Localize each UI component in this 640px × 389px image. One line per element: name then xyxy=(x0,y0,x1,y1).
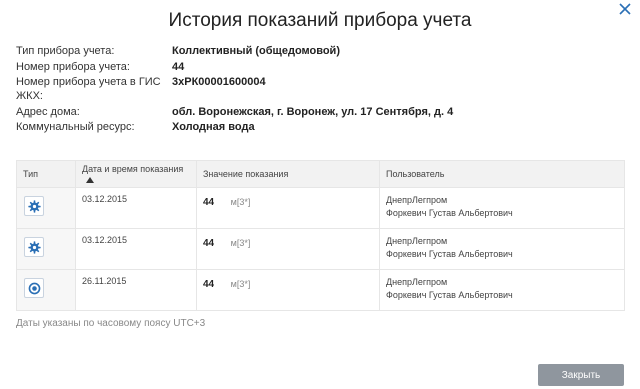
user-cell: ДнепрЛегпром Форкевич Густав Альбертович xyxy=(379,187,624,229)
header-label: Значение показания xyxy=(203,169,289,179)
info-label: Номер прибора учета в ГИС ЖКХ: xyxy=(16,76,161,102)
type-cell xyxy=(17,228,76,270)
table-row: 03.12.2015 44 м[3*] ДнепрЛегпром Форкеви… xyxy=(17,187,624,229)
info-value: 44 xyxy=(172,60,185,73)
info-row-meter-number: Номер прибора учета: 44 xyxy=(16,60,626,74)
user-org: ДнепрЛегпром xyxy=(386,195,448,205)
readings-table: Тип Дата и время показания Значение пока… xyxy=(16,160,625,311)
info-value: 3хРК00001600004 xyxy=(172,76,266,88)
info-value: Коллективный (общедомовой) xyxy=(172,45,340,57)
close-button[interactable]: Закрыть xyxy=(538,364,624,386)
header-label: Тип xyxy=(23,169,39,179)
info-row-resource: Коммунальный ресурс: Холодная вода xyxy=(16,120,626,134)
info-value: Холодная вода xyxy=(172,121,255,133)
gear-icon[interactable] xyxy=(24,237,44,257)
reading-value: 44 xyxy=(203,279,215,290)
user-name: Форкевич Густав Альбертович xyxy=(386,290,513,300)
info-label: Тип прибора учета: xyxy=(16,45,115,57)
column-header-date[interactable]: Дата и время показания xyxy=(75,161,197,188)
user-org: ДнепрЛегпром xyxy=(386,277,448,287)
value-cell: 44 м[3*] xyxy=(196,228,380,270)
info-label: Коммунальный ресурс: xyxy=(16,121,135,133)
close-icon[interactable] xyxy=(616,0,634,18)
column-header-type: Тип xyxy=(17,161,76,188)
user-name: Форкевич Густав Альбертович xyxy=(386,208,513,218)
user-name: Форкевич Густав Альбертович xyxy=(386,249,513,259)
user-cell: ДнепрЛегпром Форкевич Густав Альбертович xyxy=(379,228,624,270)
meter-history-dialog: История показаний прибора учета Тип приб… xyxy=(0,0,640,389)
timezone-note: Даты указаны по часовому поясу UTC+3 xyxy=(16,318,206,329)
column-header-value: Значение показания xyxy=(196,161,380,188)
table-row: 03.12.2015 44 м[3*] ДнепрЛегпром Форкеви… xyxy=(17,228,624,270)
reading-value: 44 xyxy=(203,197,215,208)
header-label: Пользователь xyxy=(386,169,445,179)
column-header-user: Пользователь xyxy=(379,161,624,188)
value-cell: 44 м[3*] xyxy=(196,187,380,229)
user-cell: ДнепрЛегпром Форкевич Густав Альбертович xyxy=(380,270,625,311)
info-row-address: Адрес дома: обл. Воронежская, г. Воронеж… xyxy=(16,105,626,119)
type-cell xyxy=(17,269,76,310)
reading-unit: м[3*] xyxy=(230,238,251,248)
gear-icon[interactable] xyxy=(24,196,44,216)
info-value: обл. Воронежская, г. Воронеж, ул. 17 Сен… xyxy=(172,105,454,118)
info-label: Номер прибора учета: xyxy=(16,60,130,73)
info-row-meter-type: Тип прибора учета: Коллективный (общедом… xyxy=(16,44,626,58)
target-icon[interactable] xyxy=(24,278,44,298)
reading-unit: м[3*] xyxy=(230,279,251,289)
meter-info: Тип прибора учета: Коллективный (общедом… xyxy=(16,44,626,136)
type-cell xyxy=(17,187,76,229)
date-cell: 03.12.2015 xyxy=(75,228,197,270)
reading-unit: м[3*] xyxy=(230,197,251,207)
user-org: ДнепрЛегпром xyxy=(386,236,448,246)
date-cell: 26.11.2015 xyxy=(75,269,197,310)
table-header-row: Тип Дата и время показания Значение пока… xyxy=(17,161,624,188)
info-label: Адрес дома: xyxy=(16,105,80,118)
dialog-title: История показаний прибора учета xyxy=(168,10,472,31)
table-row: 26.11.2015 44 м[3*] ДнепрЛегпром Форкеви… xyxy=(17,269,625,311)
reading-value: 44 xyxy=(203,238,215,249)
sort-ascending-icon xyxy=(86,176,94,183)
date-cell: 03.12.2015 xyxy=(75,187,197,229)
value-cell: 44 м[3*] xyxy=(196,269,380,310)
info-row-gis-number: Номер прибора учета в ГИС ЖКХ: 3хРК00001… xyxy=(16,75,626,103)
header-label: Дата и время показания xyxy=(82,164,184,174)
